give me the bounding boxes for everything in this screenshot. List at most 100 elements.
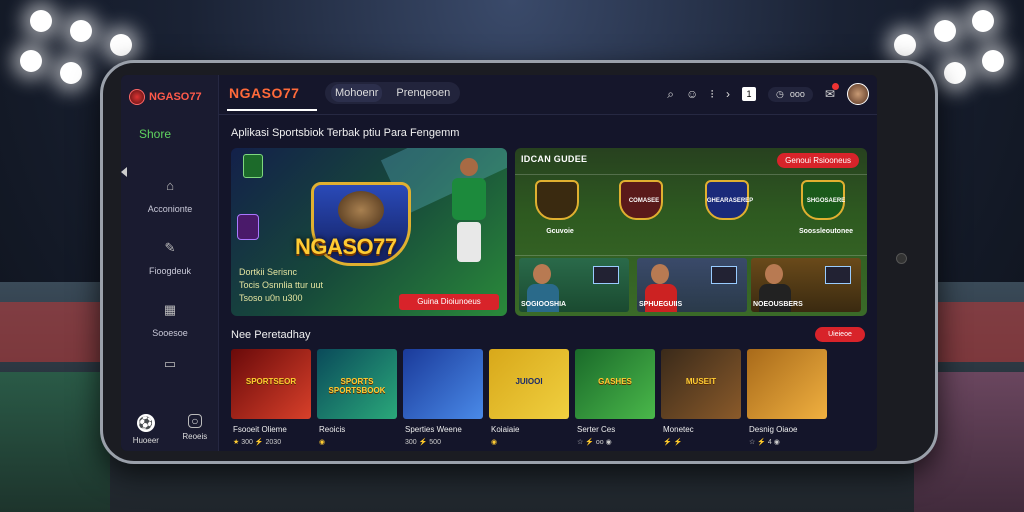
grid-icon: ▦ <box>163 302 177 317</box>
badge-title: SHGOSAERE <box>806 198 846 204</box>
chat-icon[interactable]: ✉ <box>825 83 839 101</box>
game-art: SPORTS SPORTSBOOK <box>317 349 397 419</box>
badge-title: GHEARASEREP <box>706 198 754 204</box>
clock-pill-text: ooo <box>789 89 805 99</box>
game-card[interactable]: MUSEIT Monetec ⚡ ⚡ <box>661 349 741 449</box>
brand-underline <box>227 109 317 111</box>
game-name: Sperties Weene <box>405 425 462 434</box>
sidebar-item-stats[interactable]: ▭ <box>121 357 219 377</box>
game-art-text: JUIOOI <box>515 377 543 386</box>
football-player-image <box>441 158 497 268</box>
emoji-icon[interactable]: ☺ <box>686 87 698 101</box>
tab-secondary[interactable]: Prenqeoen <box>392 84 454 102</box>
game-card[interactable]: Desnig Oiaoe ☆ ⚡ 4 ◉ <box>747 349 827 449</box>
avatar[interactable] <box>847 83 869 105</box>
game-meta: 300 ⚡ 500 <box>405 438 441 446</box>
hero-sub-line: Tocis Osnnlia ttur uut <box>239 280 324 290</box>
top-bar: NGASO77 Mohoenr Prenqeoen ⌕ ☺ ⁝ › 1 ◷ oo… <box>219 75 877 115</box>
sidebar-item-label: Fioogdeuk <box>148 266 192 276</box>
soccer-ball-icon: ⚽ <box>136 414 155 432</box>
team-badge[interactable]: COMASEE <box>619 180 663 220</box>
rating-icon: ★ <box>233 439 240 446</box>
sidebar-item-leaf[interactable]: ✎ Fioogdeuk <box>121 241 219 279</box>
game-art-text: GASHES <box>598 377 632 386</box>
sidebar-item-grid[interactable]: ▦ Sooesoe <box>121 303 219 341</box>
panel-title: IDCAN GUDEE <box>521 154 588 164</box>
match-badge-icon <box>825 266 851 284</box>
see-all-button[interactable]: Uieieoe <box>815 327 865 342</box>
game-name: Reoicis <box>319 425 346 434</box>
game-meta-text: 300 ⚡ 500 <box>405 439 441 446</box>
featured-matches: SOGIOOSHIA SPHUEGUIIS NOEOUSBERS <box>515 254 867 316</box>
top-icons: ⌕ ☺ ⁝ › 1 ◷ ooo ✉ <box>667 83 869 105</box>
game-meta-text: ☆ ⚡ 4 ◉ <box>749 439 780 446</box>
game-name: Fsooeit Olieme <box>233 425 287 434</box>
game-card[interactable]: Sperties Weene 300 ⚡ 500 <box>403 349 483 449</box>
profile-icon: ○ <box>187 414 202 428</box>
game-card[interactable]: SPORTS SPORTSBOOK Reoicis ◉ <box>317 349 397 449</box>
notification-dot <box>832 83 839 90</box>
sidebar: NGASO77 Shore ⌂ Acconionte ✎ Fioogdeuk ▦… <box>121 75 219 451</box>
top-tabs: Mohoenr Prenqeoen <box>325 82 461 104</box>
game-art-text: SPORTS SPORTSBOOK <box>328 377 386 395</box>
logo-text: NGASO77 <box>149 91 202 103</box>
tab-profile[interactable]: ○ Reoeis <box>182 414 207 445</box>
game-card[interactable]: JUIOOI Koiaiaie ◉ <box>489 349 569 449</box>
match-title: NOEOUSBERS <box>753 301 803 308</box>
hero-subtitle: Dortkii Serisnc Tocis Osnnlia ttur uut T… <box>239 266 323 305</box>
hero-sub-line: Dortkii Serisnc <box>239 267 298 277</box>
game-name: Monetec <box>663 425 694 434</box>
rating-icon: ◉ <box>319 439 326 446</box>
hero-banner[interactable]: NGASO77 Dortkii Serisnc Tocis Osnnlia tt… <box>231 148 507 316</box>
panel-button[interactable]: Genoui Rsiooneus <box>777 153 859 168</box>
match-card[interactable]: NOEOUSBERS <box>751 258 861 312</box>
page-title: Aplikasi Sportsbiok Terbak ptiu Para Fen… <box>231 127 460 139</box>
game-meta: ★ 300 ⚡ 2030 <box>233 438 281 446</box>
sidebar-section-label[interactable]: Shore <box>139 127 171 141</box>
game-art: SPORTSEOR <box>231 349 311 419</box>
chevron-right-icon[interactable]: › <box>726 87 730 101</box>
match-badge-icon <box>593 266 619 284</box>
game-meta-text: ☆ ⚡ oo ◉ <box>577 439 612 446</box>
stats-icon: ▭ <box>163 356 177 371</box>
game-art-text: MUSEIT <box>685 377 717 386</box>
home-icon: ⌂ <box>166 178 174 193</box>
team-badge[interactable]: Gcuvoie <box>535 180 579 235</box>
settings-icon[interactable]: ⁝ <box>710 87 714 101</box>
collapse-icon[interactable] <box>121 167 127 177</box>
game-card[interactable]: SPORTSEOR Fsooeit Olieme ★ 300 ⚡ 2030 <box>231 349 311 449</box>
team-badge[interactable]: GHEARASEREP <box>705 180 753 220</box>
sidebar-item-label: Acconionte <box>147 204 193 214</box>
game-meta: ⚡ ⚡ <box>663 438 682 446</box>
badge-caption: Gcuvoie <box>546 228 574 235</box>
tab-main[interactable]: Mohoenr <box>331 84 383 102</box>
game-art: JUIOOI <box>489 349 569 419</box>
tab-home[interactable]: ⚽ Huoeer <box>133 414 159 445</box>
hero-cta-button[interactable]: Guina Dioiunoeus <box>399 294 499 310</box>
section-title: Nee Peretadhay <box>231 329 311 341</box>
club-crest-icon <box>243 154 263 178</box>
logo-mark-icon <box>129 89 145 105</box>
clock-pill[interactable]: ◷ ooo <box>768 86 813 102</box>
phone-frame: NGASO77 Shore ⌂ Acconionte ✎ Fioogdeuk ▦… <box>100 60 938 464</box>
game-meta-text: 300 ⚡ 2030 <box>241 439 282 446</box>
team-badge[interactable]: SHGOSAERE Soossleoutonee <box>799 180 853 235</box>
tab-home-label: Huoeer <box>132 436 159 445</box>
game-art <box>747 349 827 419</box>
sidebar-item-home[interactable]: ⌂ Acconionte <box>121 179 219 217</box>
game-card[interactable]: GASHES Serter Ces ☆ ⚡ oo ◉ <box>575 349 655 449</box>
game-name: Desnig Oiaoe <box>749 425 798 434</box>
app-logo[interactable]: NGASO77 <box>129 89 202 105</box>
match-card[interactable]: SOGIOOSHIA <box>519 258 629 312</box>
game-name: Serter Ces <box>577 425 616 434</box>
game-meta: ◉ <box>491 438 497 446</box>
game-art-text: SPORTSEOR <box>245 377 297 386</box>
bookmark-icon[interactable]: 1 <box>742 87 757 101</box>
brand-title[interactable]: NGASO77 <box>229 85 299 101</box>
rating-icon: ◉ <box>491 439 498 446</box>
match-badge-icon <box>711 266 737 284</box>
hero-sub-line: Tsoso u0n u300 <box>239 293 303 303</box>
games-row: SPORTSEOR Fsooeit Olieme ★ 300 ⚡ 2030 SP… <box>231 349 871 449</box>
match-card[interactable]: SPHUEGUIIS <box>637 258 747 312</box>
search-icon[interactable]: ⌕ <box>667 87 674 102</box>
